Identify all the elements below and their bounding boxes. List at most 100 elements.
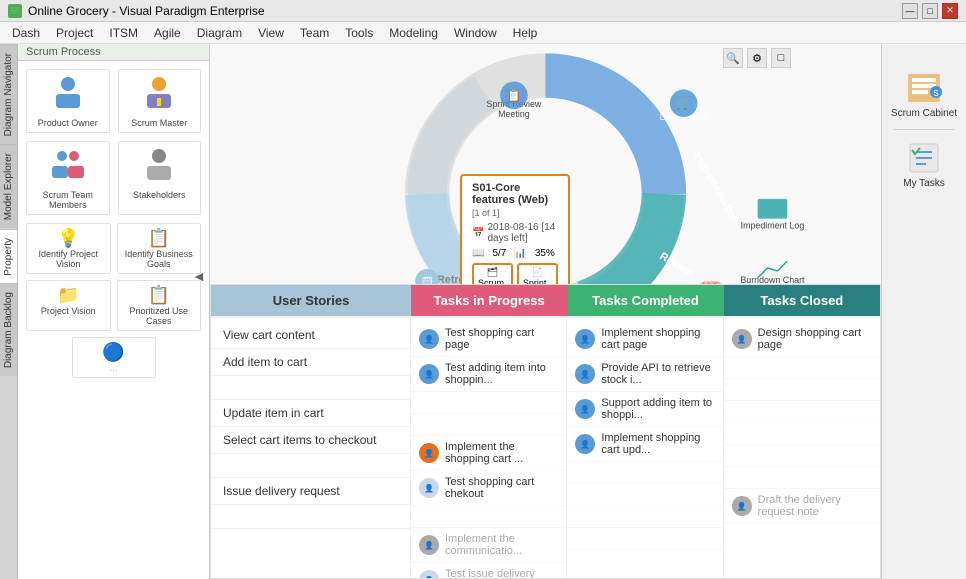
story-issue-delivery: Issue delivery request [211,478,410,505]
my-tasks-icon [904,140,944,176]
task-design-cart: 👤 Design shopping cart page [724,322,880,357]
task-text-test-checkout: Test shopping cart chekout [445,476,558,500]
task-text-support-add: Support adding item to shoppi... [601,397,714,421]
col-header-user-stories: User Stories [211,285,411,316]
toolbar-icon2[interactable]: ⚙ [747,48,767,68]
task-empty2-ip [411,414,566,436]
person-scrum-team[interactable]: Scrum Team Members [26,141,110,215]
planning-identify-vision[interactable]: 💡 Identify Project Vision [26,223,111,274]
main-layout: Diagram Navigator Model Explorer Propert… [0,44,966,579]
menu-project[interactable]: Project [48,24,101,42]
task-text-provide-api: Provide API to retrieve stock i... [601,362,714,386]
completed-col: 👤 Implement shopping cart page 👤 Provide… [567,318,723,578]
right-panel: S Scrum Cabinet My Tasks [881,44,966,579]
task-text-design-cart: Design shopping cart page [758,327,872,351]
person-stakeholders[interactable]: Stakeholders [118,141,202,215]
planning-items: 💡 Identify Project Vision 📋 Identify Bus… [26,223,201,331]
task-test-add-item: 👤 Test adding item into shoppin... [411,357,566,392]
planning-prioritized-use[interactable]: 📋 Prioritized Use Cases [117,280,202,331]
task-text-test-cart: Test shopping cart page [445,327,558,351]
avatar-test-cart: 👤 [419,329,439,349]
sidebar-tab-property[interactable]: Property [0,229,17,284]
task-text-impl-shopping: Implement the shopping cart ... [445,441,558,465]
avatar-support-add: 👤 [575,399,595,419]
menu-dash[interactable]: Dash [4,24,48,42]
my-tasks-label: My Tasks [903,178,945,189]
avatar-test-delivery: 👤 [419,570,439,578]
sidebar-tab-diagram-navigator[interactable]: Diagram Navigator [0,44,17,144]
task-empty5-cl [724,445,880,467]
col-header-in-progress: Tasks in Progress [411,285,567,316]
menu-window[interactable]: Window [446,24,505,42]
menu-agile[interactable]: Agile [146,24,189,42]
task-text-impl-cart: Implement shopping cart page [601,327,714,351]
person-scrum-master[interactable]: Scrum Master [118,69,202,133]
menu-itsm[interactable]: ITSM [101,24,146,42]
avatar-impl-comm: 👤 [419,535,439,555]
svg-text:🛒: 🛒 [676,96,691,110]
task-text-impl-update: Implement shopping cart upd... [601,432,714,456]
breadcrumb: Scrum Process [18,44,209,61]
person-product-owner[interactable]: Product Owner [26,69,110,133]
scrum-master-icon [141,74,177,116]
svg-text:📋: 📋 [507,88,522,102]
task-empty3-ip [411,506,566,528]
task-empty2-cl [724,379,880,401]
identify-vision-label: Identify Project Vision [31,249,106,269]
story-view-cart: View cart content [211,322,410,349]
sprint-stats: 📖 5/7 📊 35% [472,248,558,259]
left-sidebar-tabs: Diagram Navigator Model Explorer Propert… [0,44,18,579]
maximize-button[interactable]: □ [922,3,938,19]
menu-modeling[interactable]: Modeling [381,24,446,42]
task-empty2-c [567,484,722,506]
scrum-board: User Stories Tasks in Progress Tasks Com… [210,284,881,579]
closed-col: 👤 Design shopping cart page 👤 Draft the … [724,318,880,578]
business-goals-icon: 📋 [148,228,170,249]
avatar-draft-delivery: 👤 [732,496,752,516]
story-update-item: Update item in cart [211,400,410,427]
prioritized-use-label: Prioritized Use Cases [122,306,197,326]
right-panel-my-tasks[interactable]: My Tasks [903,140,945,189]
extra-icon: 🔵 [102,342,124,363]
menu-tools[interactable]: Tools [337,24,381,42]
task-test-cart: 👤 Test shopping cart page [411,322,566,357]
sidebar-tab-diagram-backlog[interactable]: Diagram Backlog [0,283,17,376]
story-empty3 [211,505,410,529]
task-support-add: 👤 Support adding item to shoppi... [567,392,722,427]
task-impl-cart-page: 👤 Implement shopping cart page [567,322,722,357]
task-empty6-cl [724,467,880,489]
toolbar-icon3[interactable]: □ [771,48,791,68]
minimize-button[interactable]: — [902,3,918,19]
planning-business-goals[interactable]: 📋 Identify Business Goals [117,223,202,274]
planning-extra[interactable]: 🔵 ... [72,337,156,378]
task-test-checkout: 👤 Test shopping cart chekout [411,471,566,506]
avatar-test-checkout: 👤 [419,478,439,498]
progress-icon: 📊 [514,248,526,259]
avatar-test-add: 👤 [419,364,439,384]
task-impl-update: 👤 Implement shopping cart upd... [567,427,722,462]
right-panel-scrum-cabinet[interactable]: S Scrum Cabinet [891,70,957,119]
menu-help[interactable]: Help [505,24,546,42]
planning-project-vision[interactable]: 📁 Project Vision [26,280,111,331]
task-text-test-delivery: Test issue delivery request [445,568,558,578]
scrum-team-icon [50,146,86,188]
window-controls[interactable]: — □ ✕ [902,3,958,19]
svg-text:S: S [933,89,938,98]
people-grid: Product Owner Scrum Master [26,69,201,215]
scrum-master-label: Scrum Master [131,118,187,128]
sprint-name: S01-Core features (Web) [472,182,558,206]
app-icon: 🛒 [8,4,22,18]
board-body: View cart content Add item to cart Updat… [211,318,880,578]
sidebar-tab-model-explorer[interactable]: Model Explorer [0,144,17,228]
menu-view[interactable]: View [250,24,292,42]
task-provide-api: 👤 Provide API to retrieve stock i... [567,357,722,392]
product-owner-icon [50,74,86,116]
menu-diagram[interactable]: Diagram [189,24,250,42]
menu-team[interactable]: Team [292,24,337,42]
toolbar-icon1[interactable]: 🔍 [723,48,743,68]
identify-vision-icon: 💡 [57,228,79,249]
task-impl-shopping: 👤 Implement the shopping cart ... [411,436,566,471]
avatar-impl-shopping: 👤 [419,443,439,463]
close-button[interactable]: ✕ [942,3,958,19]
stakeholders-icon [141,146,177,188]
